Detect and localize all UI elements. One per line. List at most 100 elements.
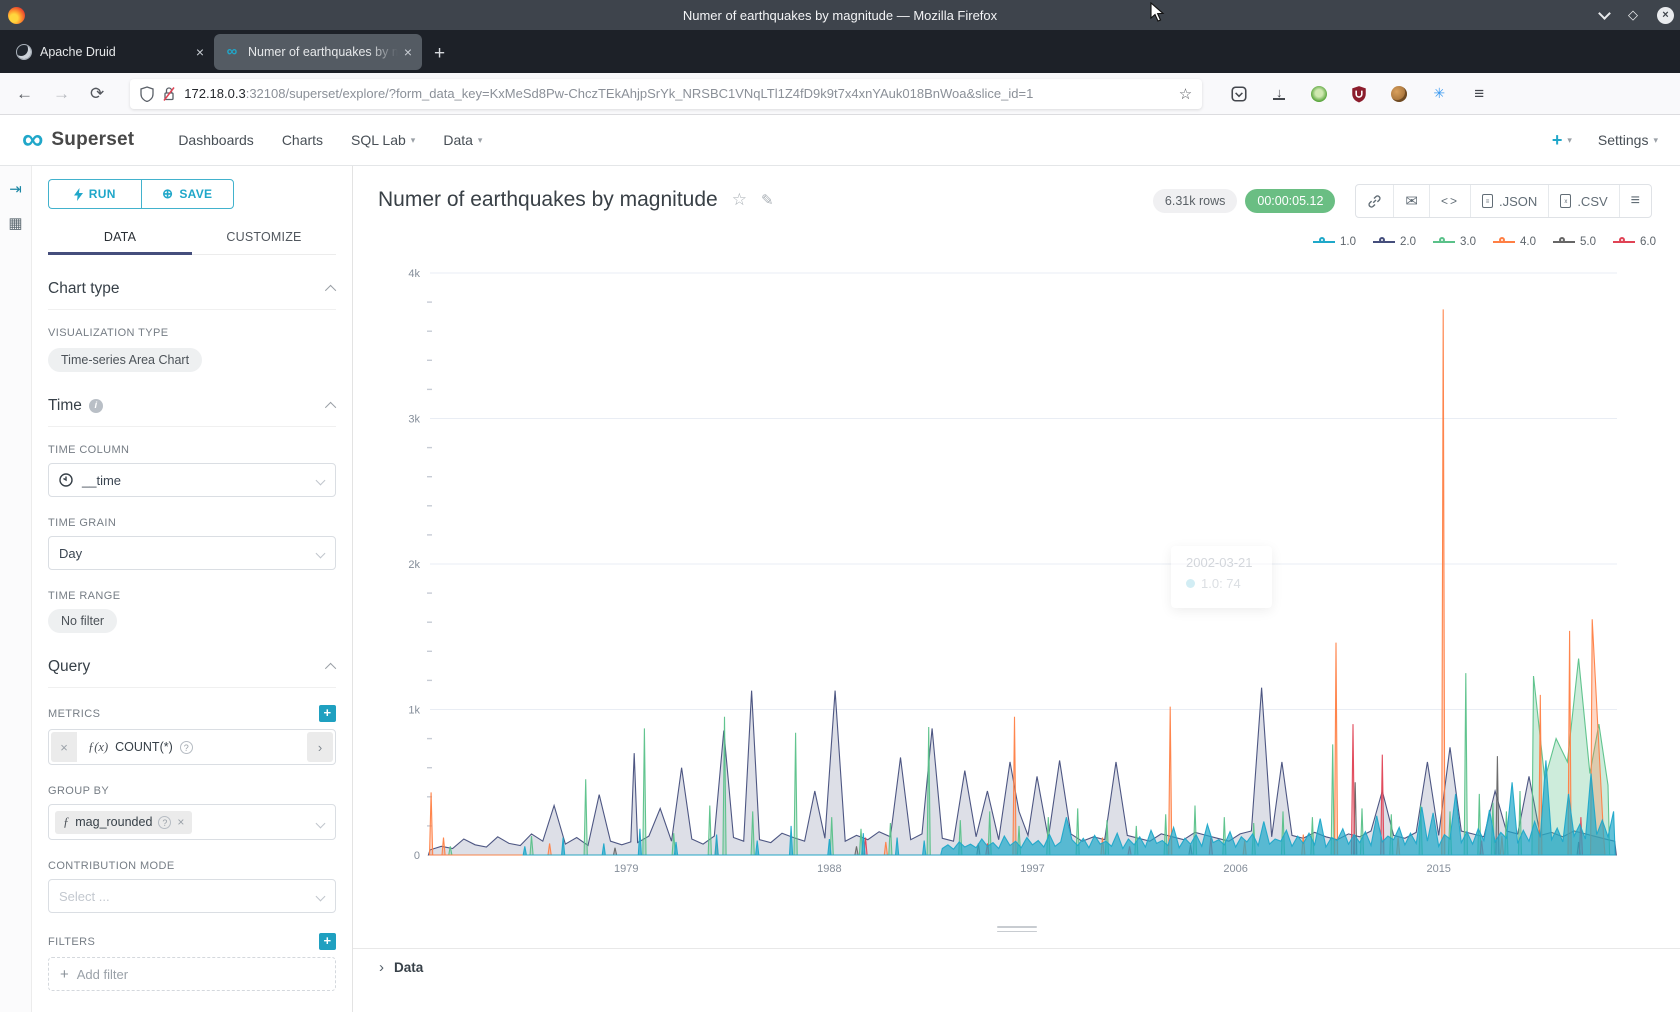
chevron-up-icon xyxy=(325,402,336,413)
share-link-button[interactable] xyxy=(1356,185,1393,217)
extension-blue-icon[interactable]: ✳ xyxy=(1430,85,1448,103)
caret-down-icon: ▾ xyxy=(411,135,416,146)
tab-customize[interactable]: CUSTOMIZE xyxy=(192,222,336,254)
window-minimize-icon[interactable] xyxy=(1598,7,1611,20)
time-range-pill[interactable]: No filter xyxy=(48,609,117,633)
data-panel-toggle[interactable]: › Data xyxy=(379,959,1680,976)
run-button[interactable]: RUN xyxy=(48,179,141,209)
nav-sql-lab[interactable]: SQL Lab▾ xyxy=(351,132,415,148)
embed-code-button[interactable]: <> xyxy=(1429,185,1470,217)
metric-chip[interactable]: × ƒ(x) COUNT(*) ? › xyxy=(48,729,336,765)
nav-dashboards[interactable]: Dashboards xyxy=(178,132,254,148)
pocket-icon[interactable] xyxy=(1230,85,1248,103)
nav-data[interactable]: Data▾ xyxy=(443,132,482,148)
viz-type-pill[interactable]: Time-series Area Chart xyxy=(48,348,202,372)
tab-close-icon[interactable]: × xyxy=(196,44,204,60)
lightning-icon xyxy=(74,188,83,201)
nav-charts[interactable]: Charts xyxy=(282,132,323,148)
timeseries-area-chart[interactable]: 01k2k3k4k19791988199720062015 xyxy=(353,250,1680,890)
legend-marker-icon xyxy=(1553,237,1575,247)
info-icon: i xyxy=(89,399,103,413)
contribution-mode-label: CONTRIBUTION MODE xyxy=(48,860,336,872)
reload-button[interactable]: ⟳ xyxy=(90,84,104,104)
back-button[interactable]: ← xyxy=(16,84,33,104)
tab-superset-chart[interactable]: ∞ Numer of earthquakes by m × xyxy=(214,34,422,70)
chart-tooltip: 2002-03-21 1.0: 74 xyxy=(1171,546,1272,608)
browser-tab-bar: Apache Druid × ∞ Numer of earthquakes by… xyxy=(0,30,1680,73)
section-time[interactable]: Time i xyxy=(48,397,336,427)
group-by-select[interactable]: ƒ mag_rounded ? × xyxy=(48,804,336,840)
time-grain-label: TIME GRAIN xyxy=(48,517,336,529)
window-titlebar: Numer of earthquakes by magnitude — Mozi… xyxy=(0,0,1680,30)
function-icon: ƒ xyxy=(63,815,69,830)
help-icon: ? xyxy=(158,816,171,829)
ublock-icon[interactable] xyxy=(1350,85,1368,103)
forward-button[interactable]: → xyxy=(53,84,70,104)
add-filter-button[interactable]: + xyxy=(319,933,336,950)
legend-item-1.0[interactable]: 1.0 xyxy=(1313,236,1356,248)
file-csv-icon: x xyxy=(1560,194,1571,208)
email-button[interactable]: ✉ xyxy=(1393,185,1429,217)
address-bar[interactable]: 172.18.0.3:32108/superset/explore/?form_… xyxy=(130,79,1202,109)
extension-green-icon[interactable] xyxy=(1310,85,1328,103)
panel-tabs: DATA CUSTOMIZE xyxy=(48,222,336,255)
downloads-icon[interactable]: ↓ xyxy=(1270,85,1288,103)
chart-panel: Numer of earthquakes by magnitude ☆ ✎ 6.… xyxy=(353,166,1680,1012)
svg-text:1k: 1k xyxy=(408,705,420,717)
chart-title: Numer of earthquakes by magnitude xyxy=(378,188,718,212)
metric-expand-icon[interactable]: › xyxy=(307,732,333,762)
resize-handle[interactable] xyxy=(997,926,1037,935)
dataset-grid-icon[interactable]: ▦ xyxy=(8,214,22,232)
tab-apache-druid[interactable]: Apache Druid × xyxy=(6,34,214,70)
time-range-label: TIME RANGE xyxy=(48,590,336,602)
save-button[interactable]: ⊕ SAVE xyxy=(141,179,235,209)
section-query[interactable]: Query xyxy=(48,658,336,688)
tracking-protection-icon[interactable] xyxy=(140,86,154,102)
link-icon xyxy=(1367,194,1382,209)
contribution-mode-select[interactable]: Select ... xyxy=(48,879,336,913)
export-csv-button[interactable]: x .CSV xyxy=(1548,185,1618,217)
legend-marker-icon xyxy=(1493,237,1515,247)
legend-item-6.0[interactable]: 6.0 xyxy=(1613,236,1656,248)
chart-legend: 1.0 2.0 3.0 4.0 5.0 6.0 xyxy=(1313,236,1656,248)
window-maximize-icon[interactable]: ◇ xyxy=(1625,7,1641,23)
chart-menu-button[interactable]: ≡ xyxy=(1619,185,1651,217)
legend-item-2.0[interactable]: 2.0 xyxy=(1373,236,1416,248)
new-tab-button[interactable]: + xyxy=(434,43,445,65)
svg-text:2015: 2015 xyxy=(1426,863,1450,875)
settings-menu[interactable]: Settings▾ xyxy=(1598,132,1658,148)
tab-data[interactable]: DATA xyxy=(48,222,192,254)
metrics-label: METRICS + xyxy=(48,705,336,722)
time-column-select[interactable]: __time xyxy=(48,463,336,497)
time-grain-select[interactable]: Day xyxy=(48,536,336,570)
bookmark-star-icon[interactable]: ☆ xyxy=(1179,85,1192,103)
group-by-chip[interactable]: ƒ mag_rounded ? × xyxy=(55,811,192,834)
favorite-star-icon[interactable]: ☆ xyxy=(732,190,747,210)
envelope-icon: ✉ xyxy=(1405,192,1418,210)
cookie-extension-icon[interactable] xyxy=(1390,85,1408,103)
edit-properties-icon[interactable]: ✎ xyxy=(761,191,774,209)
new-item-button[interactable]: +▾ xyxy=(1552,130,1572,151)
window-close-icon[interactable]: × xyxy=(1657,7,1674,24)
add-filter-dropzone[interactable]: + Add filter xyxy=(48,957,336,991)
app-window: Numer of earthquakes by magnitude — Mozi… xyxy=(0,0,1680,1012)
tab-close-icon[interactable]: × xyxy=(404,44,412,60)
export-json-button[interactable]: ≡ .JSON xyxy=(1470,185,1548,217)
menu-hamburger-icon[interactable]: ≡ xyxy=(1470,85,1488,103)
section-chart-type[interactable]: Chart type xyxy=(48,280,336,310)
insecure-lock-icon[interactable] xyxy=(162,86,176,102)
superset-logo[interactable]: ∞ Superset xyxy=(22,126,134,154)
svg-text:1988: 1988 xyxy=(817,863,841,875)
add-metric-button[interactable]: + xyxy=(319,705,336,722)
superset-logo-icon: ∞ xyxy=(22,126,43,154)
collapse-datasource-icon[interactable]: ⇥ xyxy=(9,180,22,198)
legend-item-3.0[interactable]: 3.0 xyxy=(1433,236,1476,248)
tooltip-date: 2002-03-21 xyxy=(1186,555,1272,570)
chart-actions-group: ✉ <> ≡ .JSON x .CSV ≡ xyxy=(1355,184,1652,218)
legend-item-4.0[interactable]: 4.0 xyxy=(1493,236,1536,248)
legend-marker-icon xyxy=(1373,237,1395,247)
legend-item-5.0[interactable]: 5.0 xyxy=(1553,236,1596,248)
remove-chip-icon[interactable]: × xyxy=(177,815,184,829)
plus-icon: + xyxy=(60,966,69,983)
remove-metric-icon[interactable]: × xyxy=(51,732,77,762)
